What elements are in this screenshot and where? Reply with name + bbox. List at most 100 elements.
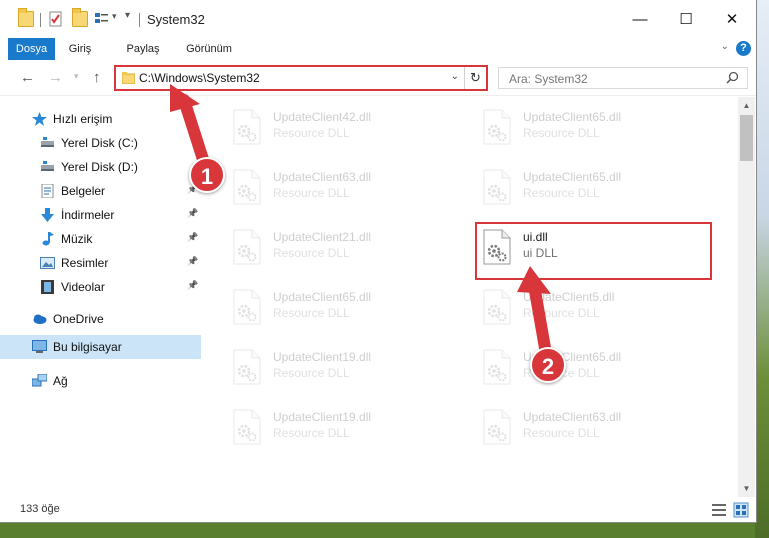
file-item[interactable]: UpdateClient19.dll Resource DLL <box>227 402 457 452</box>
folder-icon <box>18 8 34 27</box>
view-options-icon[interactable] <box>94 11 110 27</box>
forward-arrow-icon[interactable]: → <box>48 69 63 86</box>
file-name: UpdateClient21.dll <box>273 230 372 244</box>
tab-share[interactable]: Paylaş <box>117 38 169 60</box>
search-box[interactable]: Ara: System32 <box>498 67 748 89</box>
sidebar-item-label: Yerel Disk (D:) <box>61 160 138 174</box>
minimize-button[interactable]: — <box>617 0 663 38</box>
pin-icon[interactable]: 📌 <box>187 256 198 267</box>
refresh-icon[interactable]: ↻ <box>464 67 486 89</box>
video-icon <box>40 280 55 294</box>
file-type: Resource DLL <box>273 126 350 140</box>
file-type: Resource DLL <box>273 306 350 320</box>
file-item[interactable]: UpdateClient63.dll Resource DLL <box>227 162 457 212</box>
search-icon[interactable] <box>726 71 739 84</box>
sidebar-item[interactable]: İndirmeler 📌 <box>0 203 201 227</box>
pin-icon[interactable]: 📌 <box>187 280 198 291</box>
customize-toolbar-icon[interactable]: ▾ <box>125 10 130 21</box>
file-list: UpdateClient42.dll Resource DLL UpdateClie… <box>205 97 738 497</box>
chevron-down-icon[interactable]: ▾ <box>112 11 117 22</box>
file-type: Resource DLL <box>273 426 350 440</box>
sidebar-item[interactable]: Hızlı erişim <box>0 107 201 131</box>
file-name: UpdateClient65.dll <box>273 290 372 304</box>
navigation-pane: Hızlı erişim Yerel Disk (C:) Yerel Disk (D… <box>0 97 205 497</box>
file-type: Resource DLL <box>523 426 600 440</box>
new-folder-icon[interactable] <box>72 8 88 27</box>
scroll-up-icon[interactable]: ▲ <box>738 97 755 114</box>
sidebar-item[interactable]: Bu bilgisayar <box>0 335 201 359</box>
sidebar-item-label: Ağ <box>53 374 68 388</box>
item-count: 133 öğe <box>20 503 60 515</box>
file-item[interactable]: UpdateClient5.dll Resource DLL <box>477 282 707 332</box>
search-placeholder[interactable]: Ara: System32 <box>509 72 588 86</box>
music-icon <box>40 232 55 246</box>
properties-icon[interactable] <box>48 11 64 27</box>
dll-file-icon <box>232 109 262 145</box>
details-view-icon[interactable] <box>711 502 727 518</box>
dll-file-icon <box>482 349 512 385</box>
dll-file-icon <box>482 409 512 445</box>
recent-locations-icon[interactable]: ▾ <box>74 71 79 82</box>
tab-file[interactable]: Dosya <box>8 38 55 60</box>
file-item[interactable]: UpdateClient19.dll Resource DLL <box>227 342 457 392</box>
file-name: UpdateClient65.dll <box>523 170 622 184</box>
file-item[interactable]: UpdateClient63.dll Resource DLL <box>477 402 707 452</box>
tab-home[interactable]: Giriş <box>55 38 105 60</box>
close-button[interactable]: ✕ <box>709 0 755 38</box>
file-name: UpdateClient5.dll <box>523 290 615 304</box>
large-icons-view-icon[interactable] <box>733 502 749 518</box>
up-arrow-icon[interactable]: ↑ <box>93 69 101 86</box>
dll-file-icon <box>232 229 262 265</box>
sidebar-item[interactable]: Ağ <box>0 369 201 393</box>
file-item[interactable]: UpdateClient65.dll Resource DLL <box>227 282 457 332</box>
file-item[interactable]: UpdateClient42.dll Resource DLL <box>227 102 457 152</box>
file-item[interactable]: UpdateClient65.dllResource DLL <box>477 342 707 392</box>
pin-icon[interactable]: 📌 <box>187 232 198 243</box>
help-icon[interactable]: ? <box>736 41 751 56</box>
sidebar-item[interactable]: OneDrive <box>0 307 201 331</box>
expand-ribbon-icon[interactable]: ⌄ <box>721 41 729 52</box>
sidebar-item[interactable]: Müzik 📌 <box>0 227 201 251</box>
sidebar-item-label: Müzik <box>61 232 93 246</box>
desktop-background <box>755 0 769 538</box>
dll-file-icon <box>482 109 512 145</box>
file-name: UpdateClient19.dll <box>273 410 372 424</box>
sidebar-item[interactable]: Resimler 📌 <box>0 251 201 275</box>
sidebar-item[interactable]: Yerel Disk (C:) <box>0 131 201 155</box>
dll-file-icon <box>232 349 262 385</box>
back-arrow-icon[interactable]: ← <box>20 69 35 86</box>
file-type: Resource DLL <box>273 366 350 380</box>
file-name: UpdateClient63.dll <box>523 410 622 424</box>
window-title: System32 <box>147 12 205 27</box>
file-name: UpdateClient42.dll <box>273 110 372 124</box>
file-item[interactable]: UpdateClient21.dll Resource DLL <box>227 222 457 272</box>
address-dropdown-icon[interactable]: ⌄ <box>451 71 459 82</box>
network-icon <box>31 373 48 388</box>
dll-file-icon <box>482 289 512 325</box>
dll-file-icon <box>482 229 512 265</box>
step-2-badge: 2 <box>530 347 566 383</box>
vertical-scrollbar[interactable]: ▲ ▼ <box>738 97 755 497</box>
file-type: Resource DLL <box>273 246 350 260</box>
file-item[interactable]: UpdateClient65.dllResource DLL <box>477 162 707 212</box>
tab-view[interactable]: Görünüm <box>178 38 240 60</box>
computer-icon <box>32 340 47 354</box>
sidebar-item-label: OneDrive <box>53 312 104 326</box>
address-bar[interactable]: C:\Windows\System32 ⌄ ↻ <box>114 65 488 91</box>
sidebar-item[interactable]: Yerel Disk (D:) <box>0 155 201 179</box>
divider <box>139 13 140 27</box>
file-item[interactable]: UpdateClient65.dllResource DLL <box>477 102 707 152</box>
sidebar-item-label: Hızlı erişim <box>53 112 113 126</box>
file-item-selected[interactable]: ui.dll ui DLL <box>477 222 707 272</box>
pictures-icon <box>40 256 55 270</box>
pin-icon[interactable]: 📌 <box>187 208 198 219</box>
file-type: Resource DLL <box>273 186 350 200</box>
address-path[interactable]: C:\Windows\System32 <box>139 71 260 85</box>
maximize-button[interactable]: ☐ <box>663 0 709 38</box>
sidebar-item[interactable]: Videolar 📌 <box>0 275 201 299</box>
file-name: ui.dll <box>523 230 548 244</box>
drive-icon <box>40 136 55 150</box>
sidebar-item[interactable]: Belgeler 📌 <box>0 179 201 203</box>
scroll-down-icon[interactable]: ▼ <box>738 480 755 497</box>
scroll-thumb[interactable] <box>740 115 753 161</box>
